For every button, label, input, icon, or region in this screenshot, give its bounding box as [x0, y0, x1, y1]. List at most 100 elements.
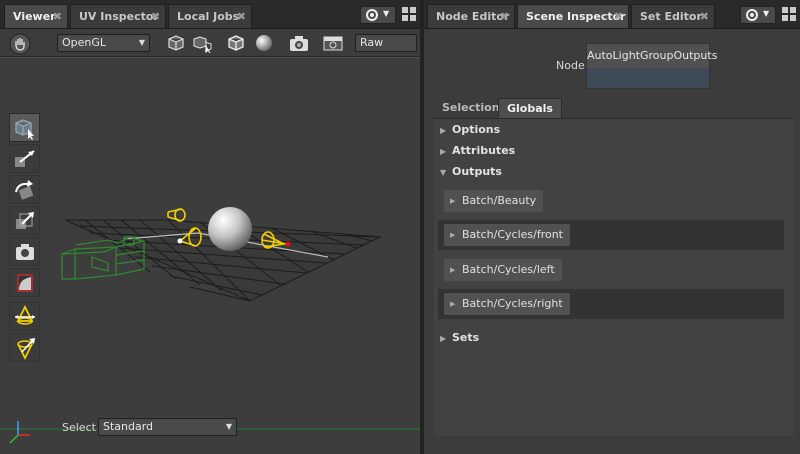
tab-label: Node Editor — [436, 10, 510, 23]
tab-local-jobs[interactable]: Local Jobs ✖ — [168, 4, 252, 28]
select-tool-button[interactable] — [9, 113, 40, 142]
chevron-right-icon: ▶ — [450, 231, 456, 239]
target-icon — [366, 9, 378, 21]
renderer-dropdown[interactable]: OpenGL ▼ — [57, 34, 150, 52]
globals-panel: ▶ Options ▶ Attributes ▼ Outputs ▶ Batch/Bea… — [434, 118, 794, 436]
section-attributes[interactable]: ▶ Attributes — [440, 142, 515, 160]
rotate-icon — [15, 180, 34, 200]
tab-label: Set Editor — [640, 10, 702, 23]
chevron-down-icon: ▼ — [763, 9, 770, 18]
scale-icon — [16, 212, 34, 229]
box-icon[interactable] — [226, 33, 248, 53]
chevron-right-icon: ▶ — [440, 126, 447, 135]
chevron-right-icon: ▶ — [440, 334, 447, 343]
close-icon[interactable]: ✖ — [500, 5, 509, 28]
viewer-pane: Viewer ✖ UV Inspector ✖ Local Jobs ✖ ▼ O… — [0, 0, 420, 454]
node-name: AutoLightGroupOutputs — [587, 44, 717, 68]
chevron-down-icon: ▼ — [138, 38, 145, 47]
select-label: Select — [62, 421, 96, 434]
inspector-tabbar: Node Editor ✖ Scene Inspector ✖ Set Edit… — [424, 0, 800, 29]
output-row: ▶ Batch/Cycles/right — [438, 289, 784, 319]
chevron-right-icon: ▶ — [440, 147, 447, 156]
camera-icon[interactable] — [288, 33, 310, 53]
rotate-tool-button[interactable] — [9, 175, 40, 204]
cube-icon[interactable] — [166, 33, 188, 53]
output-label: Batch/Cycles/left — [462, 263, 555, 276]
output-label: Batch/Cycles/right — [462, 297, 563, 310]
viewport-3d[interactable]: Select Standard ▼ — [0, 57, 420, 454]
output-label: Batch/Beauty — [462, 194, 537, 207]
section-sets[interactable]: ▶ Sets — [440, 329, 479, 347]
select-mode-value: Standard — [103, 420, 154, 433]
light-aim-tool-button[interactable] — [9, 333, 40, 362]
tab-selection[interactable]: Selection — [434, 98, 508, 118]
node-row: Node AutoLightGroupOutputs — [424, 40, 800, 89]
tab-set-editor[interactable]: Set Editor ✖ — [631, 4, 715, 28]
color-mode-value: Raw — [360, 36, 384, 49]
chevron-right-icon: ▶ — [450, 266, 456, 274]
grid-icon[interactable] — [402, 7, 416, 21]
output-row: ▶ Batch/Beauty — [438, 186, 784, 216]
tab-label: Local Jobs — [177, 10, 240, 23]
tab-scene-inspector[interactable]: Scene Inspector ✖ — [517, 4, 629, 28]
scale-tool-button[interactable] — [9, 206, 40, 235]
crop-icon — [17, 274, 33, 292]
color-mode-dropdown[interactable]: Raw — [355, 34, 417, 52]
light-tool-button[interactable] — [9, 302, 40, 331]
camera-tool-button[interactable] — [9, 237, 40, 266]
sphere-object — [208, 207, 252, 251]
section-label: Outputs — [452, 165, 502, 178]
inspector-pane: Node Editor ✖ Scene Inspector ✖ Set Edit… — [424, 0, 800, 454]
close-icon[interactable]: ✖ — [700, 5, 709, 28]
section-label: Attributes — [452, 144, 516, 157]
close-icon[interactable]: ✖ — [614, 5, 623, 28]
chevron-right-icon: ▶ — [450, 300, 456, 308]
close-icon[interactable]: ✖ — [237, 5, 246, 28]
chevron-down-icon: ▼ — [440, 168, 447, 177]
viewer-toolbar: OpenGL ▼ Raw — [0, 29, 420, 57]
close-icon[interactable]: ✖ — [151, 5, 160, 28]
renderer-value: OpenGL — [62, 36, 107, 49]
light-icon — [15, 304, 35, 325]
layout-menu-button[interactable]: ▼ — [360, 6, 396, 24]
hand-icon[interactable] — [9, 33, 31, 55]
chevron-down-icon: ▼ — [225, 422, 232, 431]
output-batch-cycles-left[interactable]: ▶ Batch/Cycles/left — [444, 259, 562, 281]
grid-icon[interactable] — [782, 7, 796, 21]
display-icon[interactable] — [322, 33, 344, 53]
node-field[interactable]: AutoLightGroupOutputs — [586, 43, 717, 89]
tab-label: Scene Inspector — [526, 10, 626, 23]
tab-label: Viewer — [13, 10, 56, 23]
sphere-icon[interactable] — [254, 33, 276, 53]
close-icon[interactable]: ✖ — [53, 5, 62, 28]
tab-node-editor[interactable]: Node Editor ✖ — [427, 4, 515, 28]
output-batch-cycles-front[interactable]: ▶ Batch/Cycles/front — [444, 224, 570, 246]
layout-menu-button[interactable]: ▼ — [740, 6, 776, 24]
axis-icon — [9, 421, 30, 444]
target-icon — [746, 9, 758, 21]
camera-icon — [16, 244, 34, 260]
chevron-down-icon: ▼ — [383, 9, 390, 18]
cubes-select-icon[interactable] — [192, 33, 214, 54]
scene-canvas — [0, 57, 420, 444]
output-batch-beauty[interactable]: ▶ Batch/Beauty — [444, 190, 544, 212]
section-label: Options — [452, 123, 501, 136]
section-label: Sets — [452, 331, 480, 344]
tab-label: UV Inspector — [79, 10, 159, 23]
output-row: ▶ Batch/Cycles/left — [438, 255, 784, 285]
crop-tool-button[interactable] — [9, 268, 40, 297]
output-batch-cycles-right[interactable]: ▶ Batch/Cycles/right — [444, 293, 570, 315]
output-row: ▶ Batch/Cycles/front — [438, 220, 784, 250]
chevron-right-icon: ▶ — [450, 197, 456, 205]
section-options[interactable]: ▶ Options — [440, 121, 500, 139]
tab-uv-inspector[interactable]: UV Inspector ✖ — [70, 4, 166, 28]
section-outputs[interactable]: ▼ Outputs — [440, 163, 502, 181]
output-label: Batch/Cycles/front — [462, 228, 563, 241]
viewer-tabbar: Viewer ✖ UV Inspector ✖ Local Jobs ✖ ▼ — [0, 0, 420, 29]
light-aim-icon — [17, 338, 35, 361]
tab-viewer[interactable]: Viewer ✖ — [4, 4, 68, 28]
tab-globals[interactable]: Globals — [498, 98, 562, 118]
select-mode-dropdown[interactable]: Standard ▼ — [98, 418, 237, 436]
node-label: Node — [556, 59, 585, 72]
move-tool-button[interactable] — [9, 144, 40, 173]
